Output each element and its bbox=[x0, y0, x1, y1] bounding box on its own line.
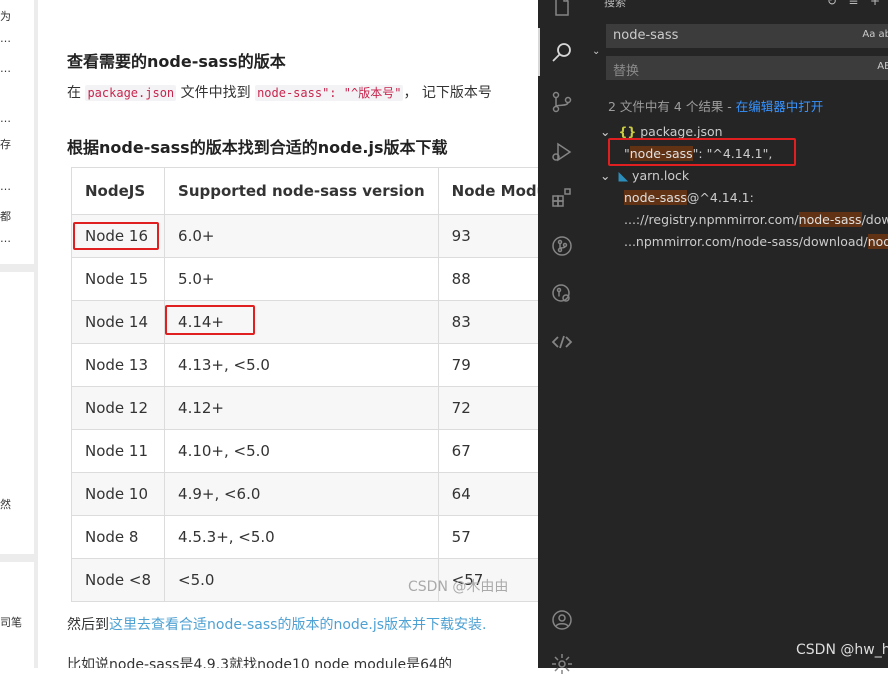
search-input[interactable]: node-sass Aa ab bbox=[606, 24, 888, 48]
heading-find-node-version: 根据node-sass的版本找到合适的node.js版本下载 bbox=[67, 138, 448, 157]
table-row: Node 15 5.0+ 88 bbox=[70, 257, 538, 301]
code-package-json: package.json bbox=[85, 85, 177, 101]
paragraph-download: 然后到这里去查看合适node-sass的版本的node.js版本并下载安装. bbox=[67, 617, 487, 633]
search-result-line[interactable]: ...://registry.npmmirror.com/node-sass/d… bbox=[624, 212, 888, 227]
json-file-icon: {} bbox=[618, 124, 637, 139]
search-options[interactable]: Aa ab bbox=[862, 29, 888, 40]
refresh-icon[interactable]: ↻ bbox=[827, 0, 837, 8]
article: 查看需要的node-sass的版本 在 package.json 文件中找到 n… bbox=[38, 0, 538, 668]
toggle-replace-chevron-icon[interactable]: ⌄ bbox=[592, 46, 600, 57]
git-lens-icon[interactable] bbox=[550, 282, 574, 306]
yarn-file-icon: ◣ bbox=[618, 168, 629, 183]
download-link[interactable]: 这里去查看合适node-sass的版本的node.js版本并下载安装. bbox=[109, 617, 486, 633]
strip-text: 存 bbox=[0, 138, 11, 151]
search-result-line[interactable]: ...npmmirror.com/node-sass/download/node… bbox=[624, 234, 888, 249]
panel-title: 搜索 bbox=[604, 0, 626, 9]
panel-actions: ↻ ≡ + bbox=[827, 0, 880, 8]
highlight-box-result bbox=[608, 138, 796, 166]
strip-text: … bbox=[0, 180, 11, 193]
table-row: Node 11 4.10+, <5.0 67 bbox=[70, 429, 538, 473]
table-row: Node 13 4.13+, <5.0 79 bbox=[70, 343, 538, 387]
clear-results-icon[interactable]: ≡ bbox=[848, 0, 858, 8]
highlight-box-node16 bbox=[73, 222, 159, 250]
table-row: Node 10 4.9+, <6.0 64 bbox=[70, 472, 538, 516]
table-row: Node 14 4.14+ 83 bbox=[70, 300, 538, 344]
settings-gear-icon[interactable] bbox=[550, 652, 574, 676]
watermark: CSDN @木由由 bbox=[408, 579, 509, 595]
remote-icon[interactable] bbox=[550, 330, 574, 354]
table-row: Node 8 4.5.3+, <5.0 57 bbox=[70, 515, 538, 559]
watermark: CSDN @hw_happy bbox=[796, 642, 888, 658]
open-in-editor-link[interactable]: 在编辑器中打开 bbox=[736, 99, 824, 114]
strip-text: 然 bbox=[0, 498, 11, 511]
chevron-down-icon: ⌄ bbox=[600, 168, 611, 183]
strip-text: … bbox=[0, 32, 11, 45]
search-icon[interactable] bbox=[538, 28, 574, 76]
table-header: NodeJS bbox=[70, 167, 166, 215]
explorer-icon[interactable] bbox=[550, 0, 574, 18]
account-icon[interactable] bbox=[550, 608, 574, 632]
chevron-down-icon: ⌄ bbox=[600, 124, 611, 139]
strip-text: … bbox=[0, 112, 11, 125]
strip-text: 为 bbox=[0, 10, 11, 23]
vscode-window: 搜索 ↻ ≡ + ⌄ node-sass Aa ab 替换 AB 2 文件中有 … bbox=[538, 0, 888, 674]
heading-node-sass-version: 查看需要的node-sass的版本 bbox=[67, 52, 286, 71]
git-graph-icon[interactable] bbox=[550, 234, 574, 258]
strip-text: 司笔 bbox=[0, 616, 22, 629]
activity-bar bbox=[538, 0, 586, 674]
replace-options[interactable]: AB bbox=[877, 61, 888, 72]
extensions-icon[interactable] bbox=[550, 186, 574, 210]
strip-text: … bbox=[0, 232, 11, 245]
run-debug-icon[interactable] bbox=[550, 140, 574, 164]
strip-text: 都 bbox=[0, 210, 11, 223]
paragraph-package-json: 在 package.json 文件中找到 node-sass": "^版本号"，… bbox=[67, 85, 492, 101]
table-row: Node 12 4.12+ 72 bbox=[70, 386, 538, 430]
file-row-yarn-lock[interactable]: ⌄ ◣ yarn.lock bbox=[600, 168, 689, 183]
left-sidebar-strip: 为 … … … 存 … 都 … 然 司笔 bbox=[0, 0, 38, 668]
file-row-package-json[interactable]: ⌄ {} package.json bbox=[600, 124, 723, 139]
search-result-line[interactable]: node-sass@^4.14.1: bbox=[624, 190, 754, 205]
source-control-icon[interactable] bbox=[550, 90, 574, 114]
strip-text: … bbox=[0, 62, 11, 75]
new-search-icon[interactable]: + bbox=[870, 0, 880, 8]
table-header-row: NodeJS Supported node-sass version Node … bbox=[70, 167, 538, 215]
replace-input[interactable]: 替换 AB bbox=[606, 56, 888, 80]
highlight-box-4-14 bbox=[165, 305, 255, 335]
search-panel: 搜索 ↻ ≡ + ⌄ node-sass Aa ab 替换 AB 2 文件中有 … bbox=[586, 0, 888, 668]
table-header: Supported node-sass version bbox=[164, 167, 439, 215]
results-summary: 2 文件中有 4 个结果 - 在编辑器中打开 bbox=[608, 99, 824, 114]
code-node-sass-version: node-sass": "^版本号" bbox=[255, 85, 404, 101]
paragraph-example: 比如说node-sass是4.9.3就找node10 node module是6… bbox=[67, 657, 452, 668]
table-header: Node Module bbox=[437, 167, 538, 215]
